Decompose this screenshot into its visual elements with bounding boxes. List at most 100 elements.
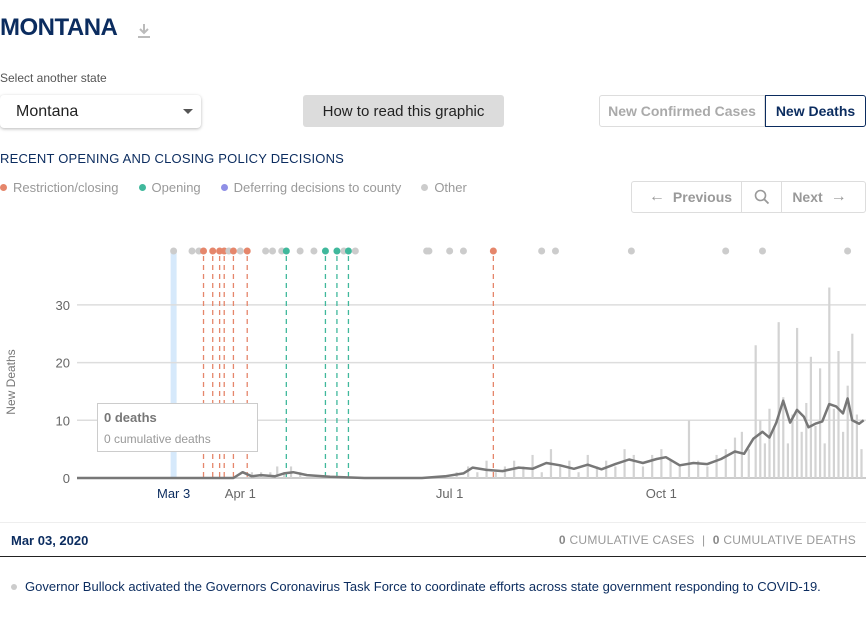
daily-bar bbox=[860, 449, 863, 478]
daily-bar bbox=[759, 420, 762, 478]
policy-marker-other bbox=[627, 247, 635, 255]
metric-toggle: New Confirmed Cases New Deaths bbox=[599, 95, 866, 127]
policy-marker-opening bbox=[282, 247, 290, 255]
daily-bar bbox=[754, 345, 757, 478]
daily-bar bbox=[809, 356, 812, 478]
page-title: MONTANA bbox=[0, 14, 118, 41]
policy-marker-other bbox=[310, 247, 318, 255]
legend-item-deferring: Deferring decisions to county bbox=[220, 180, 401, 195]
daily-bar bbox=[586, 454, 589, 478]
event-dot bbox=[11, 583, 17, 590]
daily-bar bbox=[632, 454, 635, 478]
divider bbox=[0, 556, 866, 557]
y-tick-label: 20 bbox=[56, 356, 70, 371]
legend-dot-restriction bbox=[0, 184, 7, 191]
daily-bar bbox=[559, 466, 562, 478]
daily-bar bbox=[641, 466, 645, 478]
toggle-new-deaths[interactable]: New Deaths bbox=[765, 95, 866, 127]
policy-marker-other bbox=[446, 247, 454, 255]
daily-bar bbox=[651, 454, 654, 478]
daily-bar bbox=[841, 431, 845, 478]
daily-bar bbox=[814, 426, 817, 478]
cumulative-deaths-value: 0 bbox=[712, 533, 720, 547]
arrow-right-icon: → bbox=[830, 188, 847, 205]
search-icon bbox=[754, 189, 769, 205]
daily-bar bbox=[747, 449, 750, 478]
policy-marker-other bbox=[296, 247, 304, 255]
divider bbox=[0, 522, 866, 523]
daily-bar bbox=[733, 437, 737, 478]
next-button[interactable]: Next → bbox=[782, 182, 865, 212]
state-select[interactable]: Montana bbox=[0, 95, 201, 128]
daily-bar bbox=[832, 408, 835, 478]
daily-bar bbox=[623, 449, 626, 478]
daily-bar bbox=[782, 397, 785, 478]
policy-marker-restriction bbox=[489, 247, 497, 255]
daily-bar bbox=[687, 420, 691, 478]
policy-marker-restriction bbox=[229, 247, 237, 255]
state-select-label: Select another state bbox=[0, 71, 107, 85]
policy-marker-opening bbox=[344, 247, 352, 255]
daily-bar bbox=[823, 443, 826, 478]
legend-label-other: Other bbox=[434, 180, 467, 195]
toggle-new-confirmed-cases[interactable]: New Confirmed Cases bbox=[599, 95, 765, 127]
tooltip-cumulative-deaths: 0 cumulative deaths bbox=[104, 432, 211, 446]
chart-tooltip: 0 deaths 0 cumulative deaths bbox=[97, 403, 258, 452]
previous-button[interactable]: ← Previous bbox=[632, 182, 742, 212]
y-tick-label: 30 bbox=[56, 298, 70, 313]
daily-bar bbox=[795, 327, 799, 478]
cumulative-cases-label: CUMULATIVE CASES bbox=[569, 533, 695, 547]
download-icon[interactable] bbox=[136, 22, 152, 40]
daily-bar bbox=[669, 460, 672, 478]
selected-date: Mar 03, 2020 bbox=[11, 533, 89, 548]
daily-bar bbox=[772, 426, 776, 478]
daily-bar bbox=[540, 472, 543, 478]
policy-marker-other bbox=[170, 247, 178, 255]
daily-bar bbox=[786, 443, 789, 478]
policy-marker-restriction bbox=[200, 247, 208, 255]
daily-bar bbox=[800, 431, 803, 478]
x-tick-label: Apr 1 bbox=[225, 486, 256, 501]
policy-marker-other bbox=[351, 247, 359, 255]
daily-bar bbox=[724, 449, 727, 478]
cumulative-summary: 0 CUMULATIVE CASES | 0 CUMULATIVE DEATHS bbox=[559, 533, 856, 547]
cumulative-cases-value: 0 bbox=[558, 533, 566, 547]
daily-bar bbox=[805, 402, 808, 478]
policy-marker-other bbox=[459, 247, 467, 255]
legend-label-opening: Opening bbox=[151, 180, 201, 195]
cumulative-deaths-label: CUMULATIVE DEATHS bbox=[723, 533, 856, 547]
policy-marker-other bbox=[188, 247, 196, 255]
daily-bar bbox=[837, 351, 840, 478]
legend-dot-other bbox=[421, 184, 429, 191]
daily-bar bbox=[494, 472, 497, 478]
event-text: Governor Bullock activated the Governors… bbox=[25, 579, 821, 594]
search-button[interactable] bbox=[742, 182, 782, 212]
policy-marker-other bbox=[269, 247, 277, 255]
daily-bar bbox=[791, 414, 794, 478]
daily-bar bbox=[678, 466, 681, 478]
policy-marker-restriction bbox=[243, 247, 251, 255]
daily-bar bbox=[740, 431, 743, 478]
policy-marker-other bbox=[425, 247, 433, 255]
legend-item-restriction: Restriction/closing bbox=[0, 180, 119, 195]
legend-item-opening: Opening bbox=[138, 180, 201, 195]
tooltip-deaths: 0 deaths bbox=[104, 410, 157, 425]
x-tick-label: Mar 3 bbox=[157, 486, 190, 501]
how-to-read-button[interactable]: How to read this graphic bbox=[303, 95, 504, 127]
policy-marker-other bbox=[844, 247, 852, 255]
daily-bar bbox=[715, 454, 718, 478]
daily-bar bbox=[828, 287, 831, 478]
daily-bar bbox=[531, 454, 534, 478]
daily-bar bbox=[605, 460, 608, 478]
deaths-chart[interactable]: 0 10 20 30 New Deaths Mar 3 Apr 1 Jul 1 Oct 1 bbox=[0, 236, 866, 506]
policy-marker-other bbox=[538, 247, 546, 255]
legend-item-other: Other bbox=[421, 180, 467, 195]
y-axis-label: New Deaths bbox=[4, 349, 18, 414]
daily-bar bbox=[706, 466, 709, 478]
policy-legend: Restriction/closing Opening Deferring de… bbox=[0, 180, 487, 195]
policy-marker-other bbox=[262, 247, 270, 255]
x-tick-label: Oct 1 bbox=[646, 486, 677, 501]
summary-divider: | bbox=[702, 533, 706, 547]
policy-marker-other bbox=[722, 247, 730, 255]
x-tick-label: Jul 1 bbox=[436, 486, 463, 501]
